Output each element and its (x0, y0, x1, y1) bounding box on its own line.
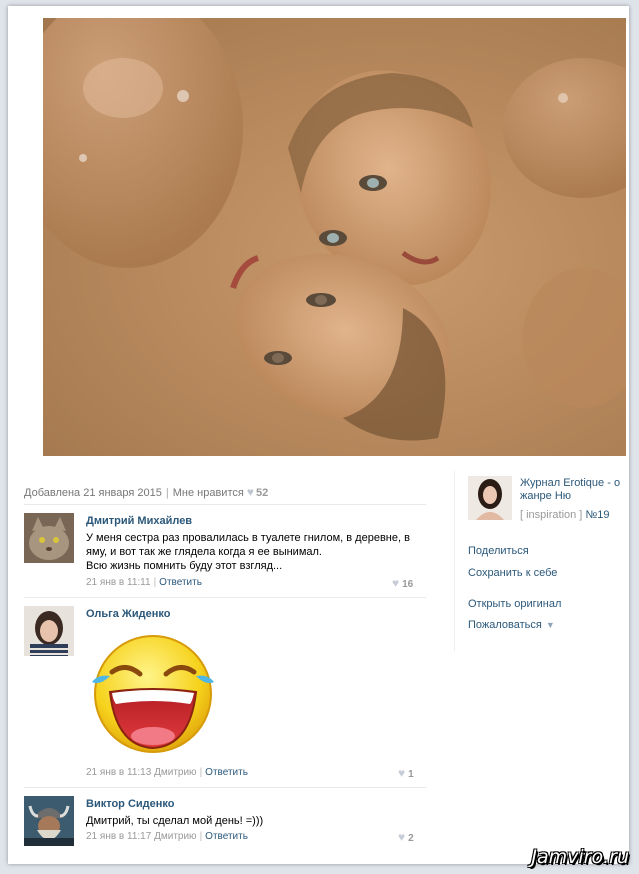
save-link[interactable]: Сохранить к себе (468, 567, 557, 579)
comment-meta: 21 янв в 11:13 Дмитрию | Ответить (86, 767, 248, 778)
report-link[interactable]: Пожаловаться ▼ (468, 619, 555, 631)
comment-meta: 21 янв в 11:17 Дмитрию | Ответить (86, 831, 248, 842)
photo-image (43, 18, 626, 441)
comment-text: У меня сестра раз провалилась в туалете … (86, 531, 426, 573)
separator: | (165, 487, 169, 499)
viking-avatar-icon (24, 796, 74, 846)
separator: | (199, 767, 203, 778)
album-tag-name[interactable]: [ inspiration ] (520, 509, 582, 521)
share-link[interactable]: Поделиться (468, 545, 529, 557)
cat-avatar-icon (24, 513, 74, 563)
album-cover-icon (468, 476, 512, 520)
heart-icon[interactable]: ♥ (398, 830, 405, 844)
comment-like[interactable]: ♥ 1 (398, 766, 414, 780)
comment-like[interactable]: ♥ 16 (392, 576, 413, 590)
album-title[interactable]: Журнал Erotique - о жанре Ню (520, 477, 626, 503)
reply-link[interactable]: Ответить (159, 577, 202, 588)
comment-author[interactable]: Виктор Сиденко (86, 798, 174, 810)
comment-date[interactable]: 21 янв в 11:13 (86, 767, 151, 778)
separator: | (199, 831, 203, 842)
comment-like-count: 2 (408, 833, 414, 844)
album-tag-number[interactable]: №19 (585, 509, 609, 521)
post-meta: Добавлена 21 января 2015 | Мне нравится ♥ 52 (24, 485, 268, 499)
album-tag[interactable]: [ inspiration ] №19 (520, 509, 609, 521)
reply-to[interactable]: Дмитрию (154, 767, 196, 778)
divider (24, 597, 426, 598)
comment-date[interactable]: 21 янв в 11:17 (86, 831, 151, 842)
heart-icon[interactable]: ♥ (392, 576, 399, 590)
reply-link[interactable]: Ответить (205, 767, 248, 778)
comment-meta: 21 янв в 11:11 | Ответить (86, 577, 202, 588)
divider (24, 504, 426, 505)
column-divider (454, 471, 455, 651)
reply-link[interactable]: Ответить (205, 831, 248, 842)
album-thumbnail[interactable] (468, 476, 512, 520)
comment-line: Всю жизнь помнить буду этот взгляд... (86, 560, 283, 572)
chevron-down-icon[interactable]: ▼ (546, 620, 555, 630)
post-photo[interactable] (43, 18, 626, 456)
heart-icon[interactable]: ♥ (247, 485, 254, 499)
divider (24, 787, 426, 788)
watermark: Jamviro.ru (531, 846, 629, 868)
comment-line: яму, и вот так же глядела когда я ее вын… (86, 546, 322, 558)
woman-avatar-icon (24, 606, 74, 656)
like-label[interactable]: Мне нравится (173, 487, 244, 499)
avatar[interactable] (24, 796, 74, 846)
laughing-crying-smiley-icon (86, 624, 220, 758)
added-date: Добавлена 21 января 2015 (24, 487, 162, 499)
comment-like[interactable]: ♥ 2 (398, 830, 414, 844)
avatar[interactable] (24, 513, 74, 563)
comment-text: Дмитрий, ты сделал мой день! =))) (86, 815, 264, 827)
photo-viewer: Добавлена 21 января 2015 | Мне нравится ♥ 52… (8, 6, 629, 864)
report-label[interactable]: Пожаловаться (468, 619, 542, 631)
like-count: 52 (255, 487, 269, 499)
comment-like-count: 16 (402, 579, 414, 590)
comment-line: У меня сестра раз провалилась в туалете … (86, 532, 410, 544)
comment-author[interactable]: Дмитрий Михайлев (86, 515, 192, 527)
comment-date[interactable]: 21 янв в 11:11 (86, 577, 151, 588)
open-original-link[interactable]: Открыть оригинал (468, 598, 561, 610)
reply-to[interactable]: Дмитрию (154, 831, 196, 842)
separator: | (153, 577, 157, 588)
comment-like-count: 1 (408, 769, 414, 780)
heart-icon[interactable]: ♥ (398, 766, 405, 780)
comment-author[interactable]: Ольга Жиденко (86, 608, 170, 620)
avatar[interactable] (24, 606, 74, 656)
